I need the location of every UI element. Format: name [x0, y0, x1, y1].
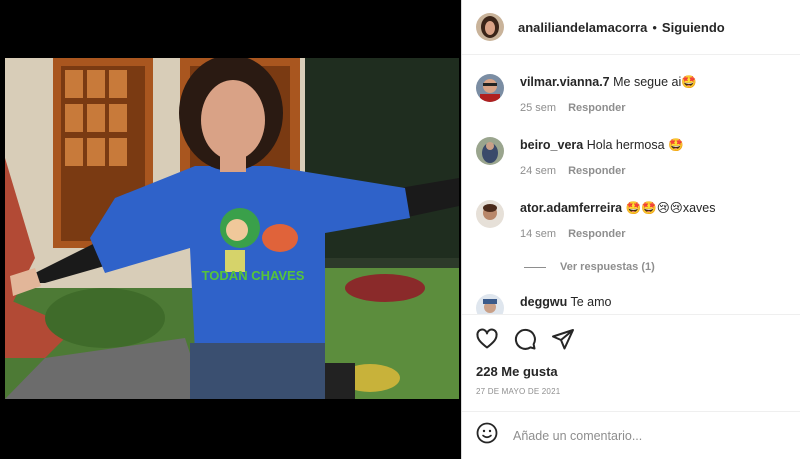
comment-meta: 14 sem Responder: [520, 228, 715, 240]
photo-illustration: TODAN CHAVES: [5, 58, 459, 399]
reply-button[interactable]: Responder: [568, 102, 625, 114]
commenter-avatar[interactable]: [476, 74, 504, 102]
comment-message: Hola hermosa 🤩: [586, 138, 684, 152]
post-actions-bar: 228 Me gusta 27 DE MAYO DE 2021: [462, 314, 800, 396]
comment-message: Te amo: [570, 295, 612, 309]
action-icons: [462, 315, 800, 351]
reply-button[interactable]: Responder: [568, 228, 625, 240]
view-replies-button[interactable]: Ver respuestas (1): [524, 261, 655, 273]
emoji-icon[interactable]: [475, 421, 499, 450]
author-avatar[interactable]: [476, 13, 504, 41]
comment-item: vilmar.vianna.7 Me segue ai🤩 25 sem Respo…: [476, 74, 697, 114]
post-header: analiliandelamacorra • Siguiendo: [462, 0, 800, 55]
shirt-logo-text: TODAN CHAVES: [202, 268, 305, 283]
comment-meta: 24 sem Responder: [520, 165, 684, 177]
comment-username[interactable]: vilmar.vianna.7: [520, 75, 610, 89]
share-icon[interactable]: [551, 327, 575, 351]
comment-meta: 25 sem Responder: [520, 102, 697, 114]
comment-username[interactable]: deggwu: [520, 295, 567, 309]
post-photo[interactable]: TODAN CHAVES: [5, 58, 459, 399]
author-username[interactable]: analiliandelamacorra: [518, 20, 647, 35]
comment-item: deggwu Te amo: [476, 294, 611, 314]
comment-text: deggwu Te amo: [520, 294, 611, 310]
replies-divider: [524, 266, 546, 268]
comments-list[interactable]: vilmar.vianna.7 Me segue ai🤩 25 sem Respo…: [462, 56, 800, 314]
comment-item: beiro_vera Hola hermosa 🤩 24 sem Responde…: [476, 137, 684, 177]
comment-item: ator.adamferreira 🤩🤩😢😢xaves 14 sem Respon…: [476, 200, 715, 240]
likes-count[interactable]: 228 Me gusta: [476, 364, 558, 379]
post-media-area: TODAN CHAVES: [0, 0, 461, 459]
header-separator: •: [652, 19, 657, 35]
view-replies-label: Ver respuestas (1): [560, 261, 655, 273]
commenter-avatar[interactable]: [476, 200, 504, 228]
comment-message: 🤩🤩😢😢xaves: [625, 201, 716, 215]
comment-username[interactable]: beiro_vera: [520, 138, 583, 152]
following-button[interactable]: Siguiendo: [662, 20, 725, 35]
comment-time[interactable]: 14 sem: [520, 228, 556, 240]
comment-username[interactable]: ator.adamferreira: [520, 201, 622, 215]
post-date[interactable]: 27 DE MAYO DE 2021: [476, 387, 560, 396]
comment-text: ator.adamferreira 🤩🤩😢😢xaves: [520, 200, 715, 216]
comment-text: beiro_vera Hola hermosa 🤩: [520, 137, 684, 153]
comment-time[interactable]: 24 sem: [520, 165, 556, 177]
post-side-panel: analiliandelamacorra • Siguiendo vilmar.…: [461, 0, 800, 459]
comment-text: vilmar.vianna.7 Me segue ai🤩: [520, 74, 697, 90]
reply-button[interactable]: Responder: [568, 165, 625, 177]
comment-message: Me segue ai🤩: [613, 75, 697, 89]
heart-icon[interactable]: [475, 327, 499, 351]
comment-time[interactable]: 25 sem: [520, 102, 556, 114]
comment-input[interactable]: [513, 428, 773, 443]
comment-icon[interactable]: [513, 327, 537, 351]
add-comment-bar: [462, 411, 800, 459]
commenter-avatar[interactable]: [476, 137, 504, 165]
commenter-avatar[interactable]: [476, 294, 504, 314]
